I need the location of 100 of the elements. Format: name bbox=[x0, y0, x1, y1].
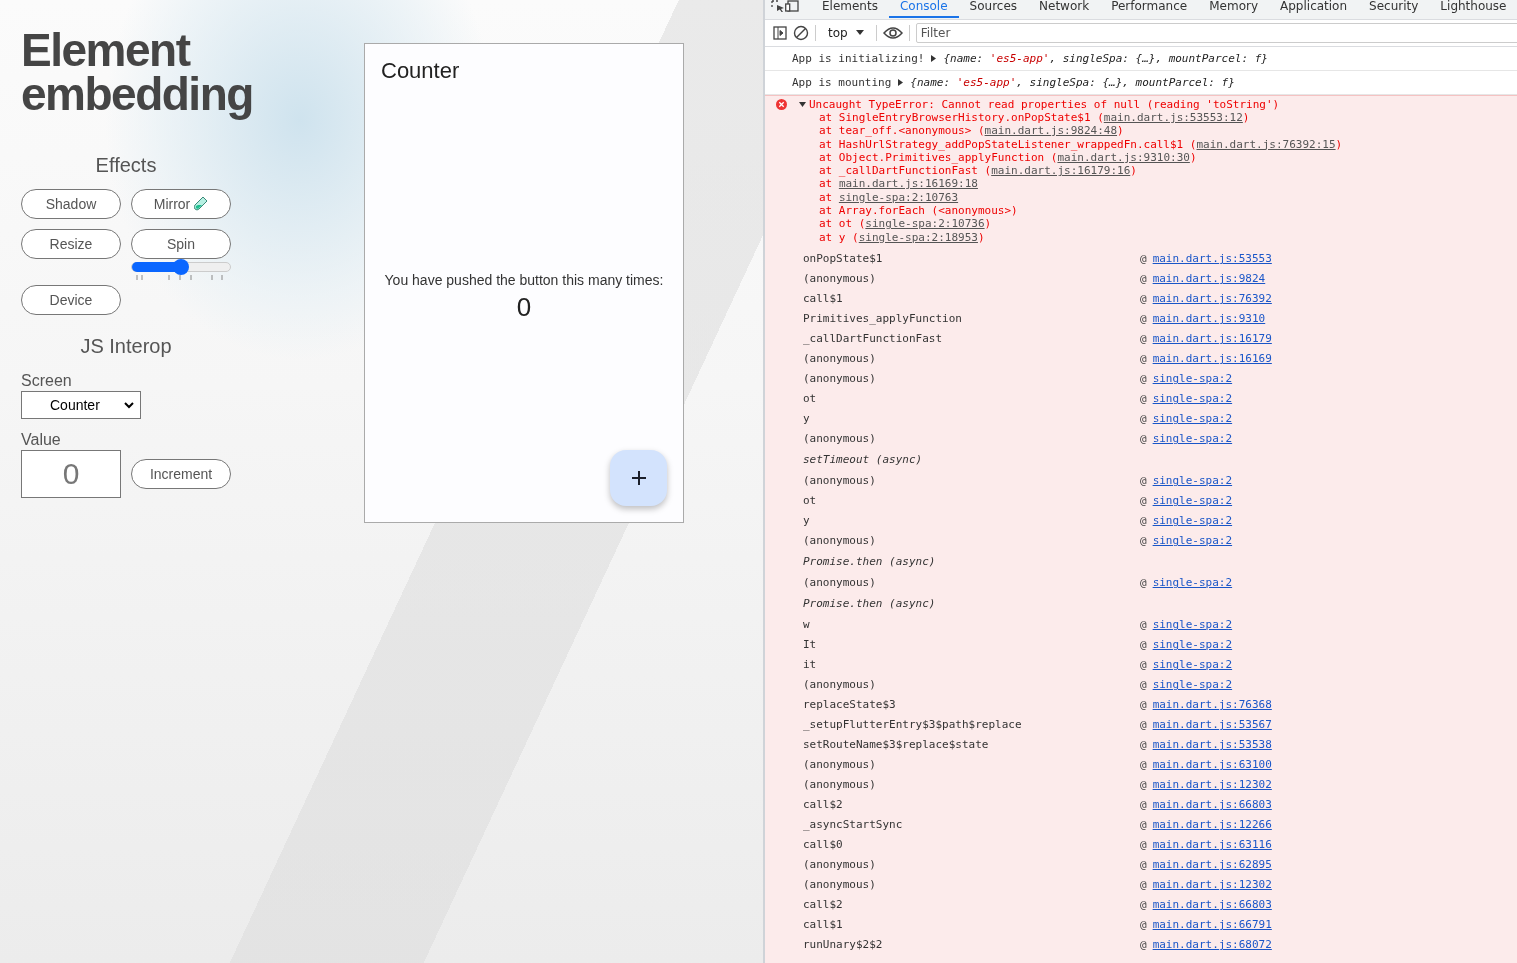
source-link[interactable]: single-spa:2:18953 bbox=[858, 230, 978, 244]
stack-line: at ot (single-spa:2:10736) bbox=[818, 217, 992, 231]
effect-button[interactable]: Resize bbox=[21, 229, 121, 259]
devtools-tab[interactable]: Console bbox=[888, 0, 959, 18]
source-link[interactable]: single-spa:2 bbox=[1152, 432, 1233, 446]
context-selector[interactable]: top bbox=[822, 26, 870, 40]
source-link[interactable]: main.dart.js:66791 bbox=[1152, 918, 1272, 932]
expand-caret-icon[interactable] bbox=[799, 101, 806, 108]
field-label: Screen bbox=[21, 372, 73, 390]
field-label: Value bbox=[21, 431, 62, 449]
source-link[interactable]: main.dart.js:9824:48 bbox=[984, 124, 1118, 138]
source-link[interactable]: main.dart.js:16169 bbox=[1152, 352, 1272, 366]
source-link[interactable]: main.dart.js:9310:30 bbox=[1057, 150, 1190, 164]
devtools-tab[interactable]: Network bbox=[1028, 0, 1101, 18]
frame-name: ot bbox=[803, 494, 818, 508]
spin-slider[interactable] bbox=[131, 262, 231, 272]
frame-name: call$0 bbox=[803, 838, 844, 852]
source-link[interactable]: single-spa:2 bbox=[1152, 638, 1233, 652]
source-link[interactable]: main.dart.js:16169:18 bbox=[838, 177, 978, 191]
stack-line: at Object.Primitives_applyFunction (main.dart.js:9310:30) bbox=[818, 150, 1197, 165]
source-link[interactable]: main.dart.js:16179:16 bbox=[991, 164, 1131, 178]
source-link[interactable]: main.dart.js:68072 bbox=[1152, 938, 1272, 952]
frame-name: Primitives_applyFunction bbox=[803, 312, 963, 326]
source-link[interactable]: single-spa:2 bbox=[1152, 576, 1233, 590]
at-sign: @ bbox=[1140, 534, 1147, 548]
source-link[interactable]: main.dart.js:62895 bbox=[1152, 858, 1272, 872]
screen-select[interactable]: Counter bbox=[21, 391, 141, 419]
at-sign: @ bbox=[1140, 738, 1147, 752]
at-sign: @ bbox=[1140, 272, 1147, 286]
source-link[interactable]: single-spa:2 bbox=[1152, 514, 1233, 528]
clear-icon[interactable] bbox=[793, 25, 809, 41]
source-link[interactable]: main.dart.js:9824 bbox=[1152, 272, 1266, 286]
counter-message: You have pushed the button this many times: bbox=[384, 271, 664, 288]
source-link[interactable]: main.dart.js:66803 bbox=[1152, 898, 1272, 912]
device-toggle-icon[interactable] bbox=[785, 0, 801, 12]
at-sign: @ bbox=[1140, 432, 1147, 446]
stack-line: at single-spa:2:10763 bbox=[818, 190, 959, 205]
stack-line: at y (single-spa:2:18953) bbox=[818, 230, 985, 244]
source-link[interactable]: single-spa:2:10763 bbox=[838, 190, 959, 204]
filter-field[interactable]: Filter bbox=[915, 23, 1517, 43]
devtools-tab[interactable]: Application bbox=[1269, 0, 1359, 18]
object-preview[interactable]: {name: 'es5-app', singleSpa: {…}, mountParcel: f} bbox=[943, 52, 1268, 65]
source-link[interactable]: main.dart.js:76392 bbox=[1152, 292, 1272, 306]
source-link[interactable]: main.dart.js:63116 bbox=[1152, 838, 1272, 852]
value-field[interactable]: 0 bbox=[21, 450, 121, 498]
devtools-tab[interactable]: Sources bbox=[958, 0, 1029, 18]
source-link[interactable]: single-spa:2 bbox=[1152, 494, 1233, 508]
frame-name: (anonymous) bbox=[803, 878, 877, 892]
slider-thumb[interactable] bbox=[173, 259, 189, 275]
effect-button[interactable]: Device bbox=[21, 285, 121, 315]
sidebar-toggle-icon[interactable] bbox=[773, 26, 787, 40]
at-sign: @ bbox=[1140, 494, 1147, 508]
frame-name: (anonymous) bbox=[803, 858, 877, 872]
frame-name: call$2 bbox=[803, 798, 844, 812]
source-link[interactable]: main.dart.js:76368 bbox=[1152, 698, 1272, 712]
source-link[interactable]: single-spa:2 bbox=[1152, 678, 1233, 692]
source-link[interactable]: single-spa:2 bbox=[1152, 392, 1233, 406]
devtools-tab[interactable]: Performance bbox=[1100, 0, 1199, 18]
at-sign: @ bbox=[1140, 474, 1147, 488]
frame-name: ot bbox=[803, 392, 818, 406]
devtools-tab[interactable]: Elements bbox=[811, 0, 889, 18]
source-link[interactable]: main.dart.js:9310 bbox=[1152, 312, 1266, 326]
source-link[interactable]: single-spa:2 bbox=[1152, 534, 1233, 548]
frame-name: It bbox=[803, 638, 818, 652]
source-link[interactable]: single-spa:2:10736 bbox=[865, 217, 985, 231]
collapsed-caret-icon[interactable] bbox=[930, 55, 938, 62]
object-preview[interactable]: {name: 'es5-app', singleSpa: {…}, mountParcel: f} bbox=[910, 76, 1235, 89]
source-link[interactable]: single-spa:2 bbox=[1152, 412, 1233, 426]
source-link[interactable]: main.dart.js:12302 bbox=[1152, 878, 1272, 892]
eye-icon[interactable] bbox=[882, 26, 903, 40]
collapsed-caret-icon[interactable] bbox=[897, 79, 905, 86]
inspect-icon[interactable] bbox=[771, 0, 785, 12]
devtools-tab[interactable]: Memory bbox=[1198, 0, 1269, 18]
increment-button[interactable]: Increment bbox=[131, 459, 231, 489]
source-link[interactable]: main.dart.js:53553:12 bbox=[1103, 111, 1243, 124]
source-link[interactable]: main.dart.js:12266 bbox=[1152, 818, 1272, 832]
source-link[interactable]: main.dart.js:16179 bbox=[1152, 332, 1272, 346]
source-link[interactable]: main.dart.js:53553 bbox=[1152, 252, 1272, 266]
frame-name: runUnary$2$2 bbox=[803, 938, 884, 952]
source-link[interactable]: single-spa:2 bbox=[1152, 618, 1233, 632]
source-link[interactable]: main.dart.js:12302 bbox=[1152, 778, 1272, 792]
source-link[interactable]: main.dart.js:53567 bbox=[1152, 718, 1272, 732]
devtools-tab[interactable]: Lighthouse bbox=[1429, 0, 1517, 18]
at-sign: @ bbox=[1140, 758, 1147, 772]
source-link[interactable]: main.dart.js:63100 bbox=[1152, 758, 1272, 772]
source-link[interactable]: single-spa:2 bbox=[1152, 372, 1233, 386]
effect-button[interactable]: Mirror bbox=[131, 189, 231, 219]
at-sign: @ bbox=[1140, 392, 1147, 406]
effect-button[interactable]: Spin bbox=[131, 229, 231, 259]
source-link[interactable]: main.dart.js:76392:15 bbox=[1196, 137, 1336, 151]
devtools-tab[interactable]: Security bbox=[1358, 0, 1430, 18]
source-link[interactable]: main.dart.js:53538 bbox=[1152, 738, 1272, 752]
error-icon bbox=[776, 99, 787, 110]
source-link[interactable]: single-spa:2 bbox=[1152, 658, 1233, 672]
source-link[interactable]: main.dart.js:66803 bbox=[1152, 798, 1272, 812]
at-sign: @ bbox=[1140, 618, 1147, 632]
effect-button[interactable]: Shadow bbox=[21, 189, 121, 219]
chevron-down-icon bbox=[124, 401, 134, 409]
frame-name: (anonymous) bbox=[803, 576, 877, 590]
source-link[interactable]: single-spa:2 bbox=[1152, 474, 1233, 488]
